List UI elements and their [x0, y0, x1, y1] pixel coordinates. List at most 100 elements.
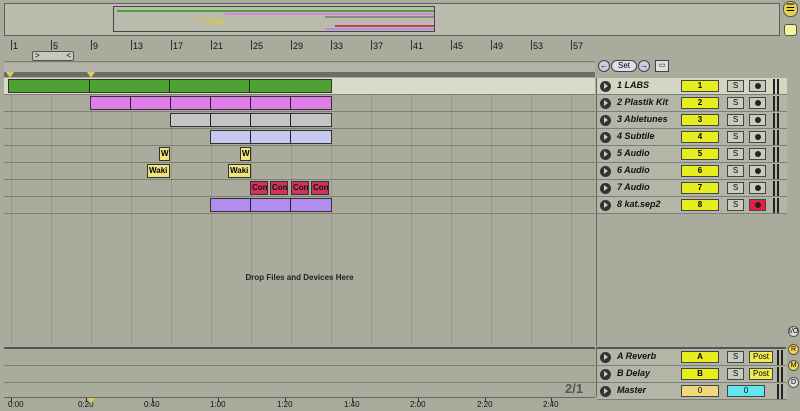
track-activator-button[interactable]: 1 — [681, 80, 719, 92]
track-name[interactable]: 8 kat.sep2 — [617, 199, 661, 209]
track-header-7[interactable]: 7 Audio 7 S — [597, 180, 787, 197]
solo-button[interactable]: S — [727, 148, 744, 160]
play-track-icon[interactable] — [600, 352, 611, 363]
clip-track-5a[interactable]: W — [159, 147, 170, 161]
return-header-a[interactable]: A Reverb A S Post — [597, 349, 787, 366]
arm-button[interactable] — [749, 80, 766, 92]
play-track-icon[interactable] — [600, 183, 611, 194]
play-track-icon[interactable] — [600, 149, 611, 160]
arm-button[interactable] — [749, 131, 766, 143]
master-volume-field[interactable]: 0 — [681, 385, 719, 397]
play-track-icon[interactable] — [600, 81, 611, 92]
arm-button[interactable] — [749, 114, 766, 126]
return-activator-button[interactable]: A — [681, 351, 719, 363]
lane-track-6[interactable] — [4, 163, 595, 180]
track-activator-button[interactable]: 7 — [681, 182, 719, 194]
previous-locator-button[interactable]: ← — [598, 60, 610, 72]
track-lanes[interactable]: W W Waki Waki Con Con Con Con Drop Files… — [4, 78, 595, 346]
lane-return-b[interactable] — [4, 366, 595, 383]
loop-start-marker[interactable]: > — [35, 52, 40, 60]
beat-time-ruler[interactable]: 1 5 9 13 17 21 25 29 33 37 41 45 49 53 5… — [4, 40, 595, 62]
play-track-icon[interactable] — [600, 166, 611, 177]
master-name[interactable]: Master — [617, 385, 646, 395]
track-header-8[interactable]: 8 kat.sep2 8 S — [597, 197, 787, 214]
track-name[interactable]: 1 LABS — [617, 80, 649, 90]
io-toggle-button[interactable]: I/O — [788, 326, 799, 337]
grip-icon[interactable] — [777, 367, 783, 382]
clip-track-7c[interactable]: Con — [291, 181, 309, 195]
clip-track-4[interactable] — [210, 130, 332, 144]
track-header-5[interactable]: 5 Audio 5 S — [597, 146, 787, 163]
clip-track-8[interactable] — [210, 198, 332, 212]
track-activator-button[interactable]: 3 — [681, 114, 719, 126]
solo-button[interactable]: S — [727, 351, 744, 363]
arrangement-overview[interactable] — [4, 3, 780, 36]
grip-icon[interactable] — [777, 384, 783, 399]
solo-button[interactable]: S — [727, 165, 744, 177]
master-pan-field[interactable]: 0 — [727, 385, 765, 397]
return-name[interactable]: B Delay — [617, 368, 650, 378]
grip-icon[interactable] — [773, 79, 779, 94]
play-track-icon[interactable] — [600, 386, 611, 397]
clip-track-6b[interactable]: Waki — [228, 164, 251, 178]
solo-button[interactable]: S — [727, 182, 744, 194]
track-activator-button[interactable]: 5 — [681, 148, 719, 160]
track-name[interactable]: 3 Abletunes — [617, 114, 668, 124]
play-track-icon[interactable] — [600, 115, 611, 126]
solo-button[interactable]: S — [727, 114, 744, 126]
track-activator-button[interactable]: 2 — [681, 97, 719, 109]
grip-icon[interactable] — [773, 198, 779, 213]
clip-track-7b[interactable]: Con — [270, 181, 288, 195]
locator-strip[interactable] — [4, 63, 595, 78]
view-toggle-button[interactable] — [784, 24, 797, 36]
arm-button[interactable] — [749, 97, 766, 109]
solo-button[interactable]: S — [727, 131, 744, 143]
play-track-icon[interactable] — [600, 132, 611, 143]
grip-icon[interactable] — [773, 130, 779, 145]
track-header-4[interactable]: 4 Subtile 4 S — [597, 129, 787, 146]
playback-marker[interactable] — [87, 398, 95, 404]
arm-button[interactable] — [749, 165, 766, 177]
track-name[interactable]: 6 Audio — [617, 165, 650, 175]
solo-button[interactable]: S — [727, 80, 744, 92]
returns-toggle-button[interactable]: R — [788, 344, 799, 355]
track-activator-button[interactable]: 4 — [681, 131, 719, 143]
track-header-1[interactable]: 1 LABS 1 S — [597, 78, 787, 95]
clip-track-5b[interactable]: W — [240, 147, 251, 161]
solo-button[interactable]: S — [727, 199, 744, 211]
arm-button-active[interactable] — [749, 199, 766, 211]
track-name[interactable]: 7 Audio — [617, 182, 650, 192]
solo-button[interactable]: S — [727, 368, 744, 380]
return-lanes[interactable] — [4, 347, 595, 400]
arm-button[interactable] — [749, 148, 766, 160]
mixer-toggle-button[interactable]: M — [788, 360, 799, 371]
grip-icon[interactable] — [773, 96, 779, 111]
track-header-2[interactable]: 2 Plastik Kit 2 S — [597, 95, 787, 112]
solo-button[interactable]: S — [727, 97, 744, 109]
fold-icon[interactable]: ▭ — [655, 60, 669, 72]
track-header-6[interactable]: 6 Audio 6 S — [597, 163, 787, 180]
delay-toggle-button[interactable]: D — [788, 377, 799, 388]
menu-icon[interactable]: ☰ — [783, 1, 798, 17]
track-name[interactable]: 2 Plastik Kit — [617, 97, 668, 107]
loop-end-marker[interactable]: < — [66, 52, 71, 60]
grip-icon[interactable] — [773, 147, 779, 162]
clip-track-2[interactable] — [90, 96, 332, 110]
clip-track-1[interactable] — [8, 79, 332, 93]
arm-button[interactable] — [749, 182, 766, 194]
clip-track-3[interactable] — [170, 113, 332, 127]
grip-icon[interactable] — [773, 113, 779, 128]
return-header-b[interactable]: B Delay B S Post — [597, 366, 787, 383]
track-header-3[interactable]: 3 Abletunes 3 S — [597, 112, 787, 129]
play-track-icon[interactable] — [600, 98, 611, 109]
clip-track-7d[interactable]: Con — [311, 181, 329, 195]
track-name[interactable]: 5 Audio — [617, 148, 650, 158]
post-button[interactable]: Post — [749, 368, 773, 380]
track-activator-button[interactable]: 8 — [681, 199, 719, 211]
track-name[interactable]: 4 Subtile — [617, 131, 655, 141]
loop-brace[interactable]: > < — [32, 51, 74, 61]
lane-return-a[interactable] — [4, 349, 595, 366]
set-locator-button[interactable]: Set — [611, 60, 637, 72]
grip-icon[interactable] — [777, 350, 783, 365]
clip-track-7a[interactable]: Con — [250, 181, 268, 195]
